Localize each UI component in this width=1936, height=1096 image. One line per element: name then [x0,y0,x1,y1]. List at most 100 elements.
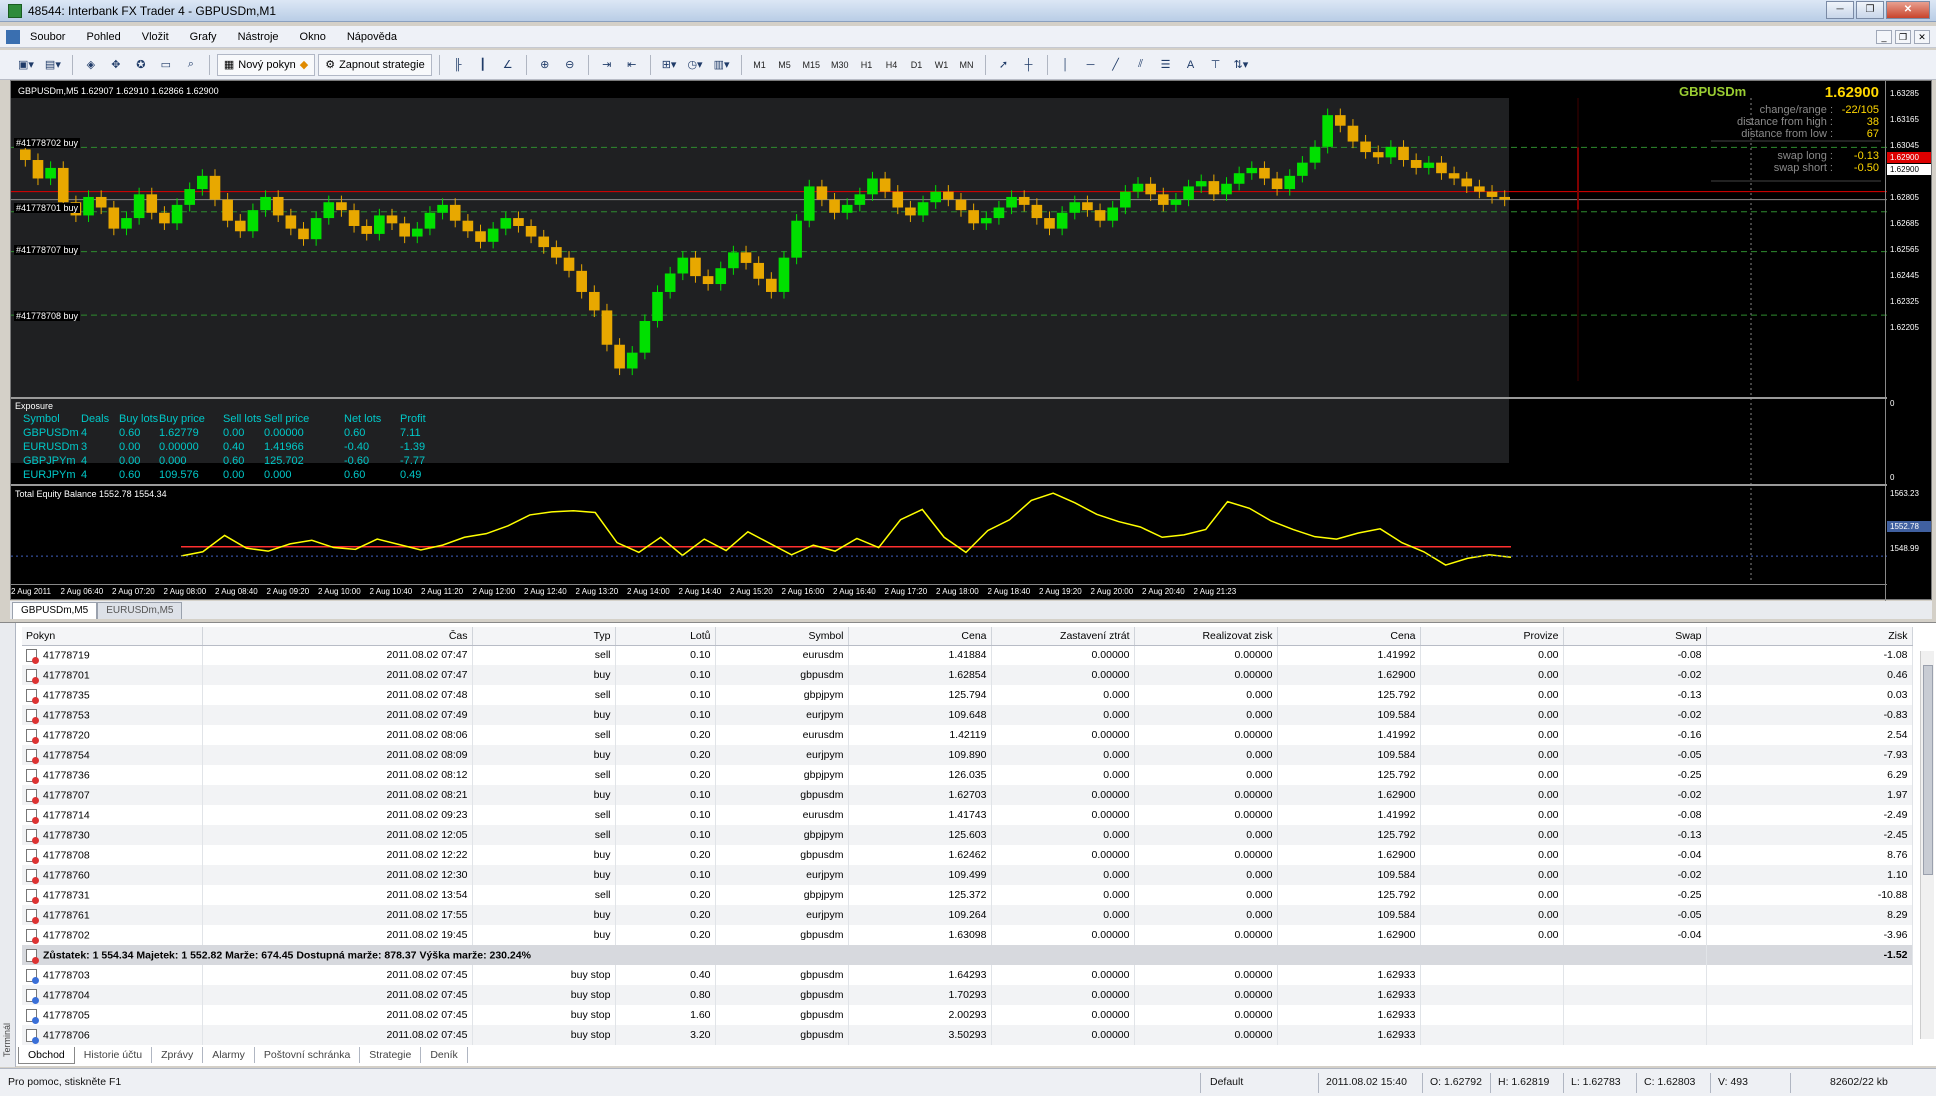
timeframe-h4[interactable]: H4 [881,54,903,76]
price-scale[interactable]: 1.63285 1.63165 1.63045 1.62900 1.62900 … [1885,81,1931,601]
tester-icon[interactable]: ⌕ [180,54,202,76]
order-line-label[interactable]: #41778701 buy [14,203,81,213]
tab-denik[interactable]: Deník [421,1047,468,1063]
timeframe-m5[interactable]: M5 [774,54,796,76]
candlestick-icon[interactable]: ┃ [472,54,494,76]
menu-grafy[interactable]: Grafy [188,29,219,45]
table-row[interactable]: 41778761 2011.08.02 17:55 buy 0.20 eurjpym 10… [22,905,1913,925]
tab-obchod[interactable]: Obchod [18,1047,75,1064]
col-symbol[interactable]: Symbol [715,627,849,646]
vertical-line-icon[interactable]: │ [1055,54,1077,76]
horizontal-line-icon[interactable]: ─ [1080,54,1102,76]
col-zisk[interactable]: Zisk [1706,627,1913,646]
table-row[interactable]: 41778720 2011.08.02 08:06 sell 0.20 eurusdm 1… [22,725,1913,745]
chart-tab-gbpusdm[interactable]: GBPUSDm,M5 [12,602,98,619]
table-row[interactable]: 41778760 2011.08.02 12:30 buy 0.10 eurjpym 10… [22,865,1913,885]
price-chart[interactable] [11,81,1887,601]
table-row[interactable]: 41778707 2011.08.02 08:21 buy 0.10 gbpusdm 1.… [22,785,1913,805]
col-cena[interactable]: Cena [848,627,992,646]
time-axis[interactable]: 2 Aug 2011 2 Aug 06:40 2 Aug 07:20 2 Aug 08… [11,584,1887,600]
terminal-side-label[interactable]: Terminál [0,623,16,1067]
table-row[interactable]: 41778730 2011.08.02 12:05 sell 0.10 gbpjpym 1… [22,825,1913,845]
timeframe-mn[interactable]: MN [956,54,978,76]
scroll-thumb[interactable] [1923,665,1933,875]
order-line-label[interactable]: #41778707 buy [14,245,81,255]
pending-order-row[interactable]: 41778704 2011.08.02 07:45 buy stop 0.80 gbpu… [22,985,1913,1005]
timeframe-m1[interactable]: M1 [749,54,771,76]
col-current-price[interactable]: Cena [1277,627,1421,646]
crosshair-icon[interactable]: ┼ [1018,54,1040,76]
maximize-button[interactable]: ❐ [1856,1,1884,19]
new-chart-icon[interactable]: ▣▾ [14,54,38,76]
col-lotu[interactable]: Lotů [615,627,716,646]
channel-icon[interactable]: ⫽ [1130,54,1152,76]
autoscroll-icon[interactable]: ⇥ [596,54,618,76]
mdi-minimize-button[interactable]: _ [1876,30,1892,44]
table-row[interactable]: 41778735 2011.08.02 07:48 sell 0.10 gbpjpym 1… [22,685,1913,705]
tab-alarmy[interactable]: Alarmy [203,1047,255,1063]
text-icon[interactable]: A [1180,54,1202,76]
data-window-icon[interactable]: ✥ [105,54,127,76]
trendline-icon[interactable]: ╱ [1105,54,1127,76]
menu-okno[interactable]: Okno [298,29,328,45]
menu-nastroje[interactable]: Nástroje [236,29,281,45]
minimize-button[interactable]: ─ [1826,1,1854,19]
table-row[interactable]: 41778736 2011.08.02 08:12 sell 0.20 gbpjpym 1… [22,765,1913,785]
col-pokyn[interactable]: Pokyn [22,627,203,646]
table-row[interactable]: 41778754 2011.08.02 08:09 buy 0.20 eurjpym 10… [22,745,1913,765]
table-row[interactable]: 41778753 2011.08.02 07:49 buy 0.10 eurjpym 10… [22,705,1913,725]
tab-mailbox[interactable]: Poštovní schránka [255,1047,361,1063]
chart-tab-eurusdm[interactable]: EURUSDm,M5 [97,602,183,619]
menu-pohled[interactable]: Pohled [84,29,122,45]
col-provize[interactable]: Provize [1420,627,1564,646]
line-chart-icon[interactable]: ∠ [497,54,519,76]
col-typ[interactable]: Typ [472,627,616,646]
tab-strategie[interactable]: Strategie [360,1047,422,1063]
chart-window-icon[interactable] [6,29,20,44]
mdi-close-button[interactable]: ✕ [1914,30,1930,44]
table-row[interactable]: 41778708 2011.08.02 12:22 buy 0.20 gbpusdm 1.… [22,845,1913,865]
tab-zpravy[interactable]: Zprávy [152,1047,204,1063]
zoom-out-icon[interactable]: ⊖ [559,54,581,76]
terminal-icon[interactable]: ▭ [155,54,177,76]
menu-vlozit[interactable]: Vložit [140,29,171,45]
profiles-icon[interactable]: ▤▾ [41,54,65,76]
close-button[interactable]: ✕ [1886,1,1930,19]
period-clock-icon[interactable]: ◷▾ [683,54,706,76]
expert-advisors-button[interactable]: ⚙ Zapnout strategie [318,53,432,76]
pending-order-row[interactable]: 41778703 2011.08.02 07:45 buy stop 0.40 gbpu… [22,965,1913,985]
pending-order-row[interactable]: 41778706 2011.08.02 07:45 buy stop 3.20 gbpu… [22,1025,1913,1045]
market-watch-icon[interactable]: ◈ [80,54,102,76]
bar-chart-icon[interactable]: ╟ [447,54,469,76]
cursor-icon[interactable]: ➚ [993,54,1015,76]
col-stop-loss[interactable]: Zastavení ztrát [991,627,1135,646]
col-swap[interactable]: Swap [1563,627,1707,646]
table-row[interactable]: 41778731 2011.08.02 13:54 sell 0.20 gbpjpym 1… [22,885,1913,905]
status-profile[interactable]: Default [1210,1076,1243,1088]
col-cas[interactable]: Čas [202,627,473,646]
new-order-button[interactable]: ▦ Nový pokyn ◆ [216,53,316,76]
tab-historie[interactable]: Historie účtu [75,1047,153,1063]
timeframe-m15[interactable]: M15 [799,54,825,76]
table-row[interactable]: 41778714 2011.08.02 09:23 sell 0.10 eurusdm 1… [22,805,1913,825]
chart-shift-icon[interactable]: ⇤ [621,54,643,76]
timeframe-d1[interactable]: D1 [906,54,928,76]
timeframe-h1[interactable]: H1 [856,54,878,76]
order-line-label[interactable]: #41778708 buy [14,311,81,321]
table-row[interactable]: 41778702 2011.08.02 19:45 buy 0.20 gbpusdm 1.… [22,925,1913,945]
fibonacci-icon[interactable]: ☰ [1155,54,1177,76]
menu-napoveda[interactable]: Nápověda [345,29,399,45]
arrows-icon[interactable]: ⇅▾ [1230,54,1253,76]
order-line-label[interactable]: #41778702 buy [14,138,81,148]
terminal-scrollbar[interactable] [1920,651,1934,1039]
templates-icon[interactable]: ▥▾ [710,54,734,76]
indicators-icon[interactable]: ⊞▾ [658,54,681,76]
chart-window[interactable]: GBPUSDm,M5 1.62907 1.62910 1.62866 1.629… [10,80,1932,601]
table-row[interactable]: 41778719 2011.08.02 07:47 sell 0.10 eurusdm 1… [22,645,1913,665]
zoom-in-icon[interactable]: ⊕ [534,54,556,76]
timeframe-m30[interactable]: M30 [827,54,853,76]
navigator-icon[interactable]: ✪ [130,54,152,76]
text-label-icon[interactable]: ⊤ [1205,54,1227,76]
pending-order-row[interactable]: 41778705 2011.08.02 07:45 buy stop 1.60 gbpu… [22,1005,1913,1025]
menu-soubor[interactable]: Soubor [28,29,67,45]
